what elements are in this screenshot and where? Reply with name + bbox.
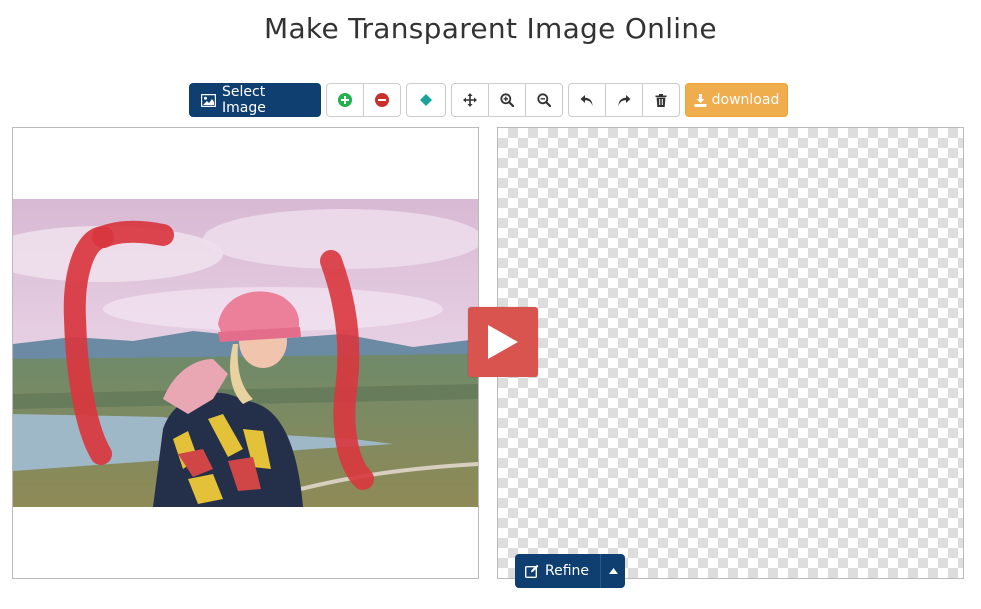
toolbar: Select Image download xyxy=(189,83,788,117)
trash-icon xyxy=(655,93,667,107)
redo-icon xyxy=(617,94,631,107)
refine-label: Refine xyxy=(545,563,590,579)
download-button[interactable]: download xyxy=(685,83,788,117)
undo-button[interactable] xyxy=(568,83,606,117)
download-icon xyxy=(694,93,707,107)
result-preview-panel[interactable] xyxy=(497,127,964,579)
eraser-icon xyxy=(420,94,432,106)
remove-mark-button[interactable] xyxy=(363,83,401,117)
select-image-label: Select Image xyxy=(222,84,266,116)
edit-icon xyxy=(525,564,539,578)
history-button-group xyxy=(568,83,680,117)
play-icon xyxy=(486,323,520,361)
add-mark-button[interactable] xyxy=(326,83,364,117)
page-title: Make Transparent Image Online xyxy=(264,12,717,45)
refine-button[interactable]: Refine xyxy=(515,554,600,588)
zoom-out-icon xyxy=(537,93,551,107)
eraser-button[interactable] xyxy=(406,83,446,117)
refine-dropdown-toggle[interactable] xyxy=(600,554,625,588)
zoom-out-button[interactable] xyxy=(525,83,563,117)
delete-button[interactable] xyxy=(642,83,680,117)
move-icon xyxy=(463,93,477,107)
minus-circle-icon xyxy=(375,93,389,107)
source-photo xyxy=(13,199,478,507)
select-image-button[interactable]: Select Image xyxy=(189,83,321,117)
source-image-panel[interactable] xyxy=(12,127,479,579)
move-button[interactable] xyxy=(451,83,489,117)
caret-up-icon xyxy=(608,568,618,574)
download-label: download xyxy=(711,92,780,108)
refine-button-group: Refine xyxy=(515,554,625,588)
zoom-in-button[interactable] xyxy=(488,83,526,117)
zoom-in-icon xyxy=(500,93,514,107)
redo-button[interactable] xyxy=(605,83,643,117)
process-play-button[interactable] xyxy=(468,307,538,377)
eraser-button-group xyxy=(406,83,446,117)
view-button-group xyxy=(451,83,563,117)
mark-button-group xyxy=(326,83,401,117)
image-icon xyxy=(201,93,216,107)
undo-icon xyxy=(580,94,594,107)
plus-circle-icon xyxy=(338,93,352,107)
